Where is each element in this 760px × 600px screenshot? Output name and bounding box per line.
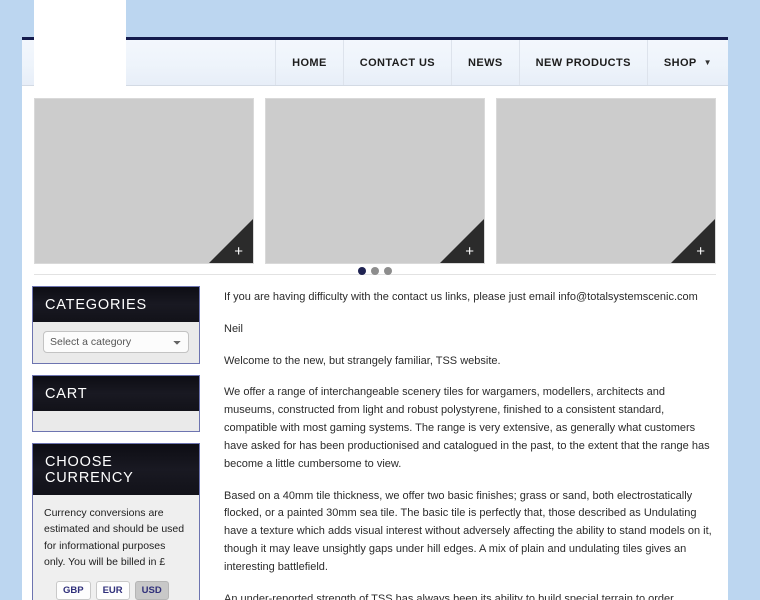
- currency-note: Currency conversions are estimated and s…: [44, 507, 185, 568]
- currency-button-gbp[interactable]: GBP: [56, 581, 91, 600]
- paragraph-special-terrain: An under-reported strength of TSS has al…: [224, 592, 677, 600]
- carousel-pagination: [22, 267, 728, 275]
- currency-button-group: GBP EUR USD: [44, 581, 188, 600]
- nav-item-label: SHOP: [663, 56, 697, 69]
- widget-body-categories: Select a category: [33, 322, 199, 363]
- paragraph-signature: Neil: [224, 322, 243, 335]
- carousel-slide[interactable]: +: [496, 98, 716, 264]
- widget-body-cart: [33, 411, 199, 431]
- slide-corner-decoration: [671, 219, 715, 263]
- widget-categories: CATEGORIES Select a category: [32, 286, 200, 364]
- category-select[interactable]: Select a category: [43, 331, 189, 353]
- widget-title-cart: CART: [33, 376, 199, 411]
- slide-corner-decoration: [440, 219, 484, 263]
- plus-icon[interactable]: +: [465, 244, 474, 259]
- page-root: HOME CONTACT US NEWS NEW PRODUCTS SHOP ▼…: [0, 0, 760, 600]
- nav-item-new-products[interactable]: NEW PRODUCTS: [518, 40, 647, 85]
- carousel-slide[interactable]: +: [34, 98, 254, 264]
- widget-title-currency: CHOOSE CURRENCY: [33, 444, 199, 495]
- chevron-down-icon: ▼: [703, 57, 712, 67]
- content-shell: + + + CATEGORIES Select a category CART …: [22, 86, 728, 600]
- paragraph-finishes: Based on a 40mm tile thickness, we offer…: [224, 489, 712, 573]
- slide-corner-decoration: [209, 219, 253, 263]
- carousel-slide[interactable]: +: [265, 98, 485, 264]
- nav-item-label: HOME: [292, 56, 327, 69]
- image-carousel: + + +: [34, 98, 716, 266]
- nav-item-label: NEW PRODUCTS: [535, 56, 631, 69]
- widget-title-categories: CATEGORIES: [33, 287, 199, 322]
- header-band: [22, 0, 728, 42]
- content-columns: CATEGORIES Select a category CART CHOOSE…: [22, 286, 728, 600]
- widget-choose-currency: CHOOSE CURRENCY Currency conversions are…: [32, 443, 200, 600]
- carousel-dot-3[interactable]: [384, 267, 392, 275]
- nav-item-label: CONTACT US: [359, 56, 436, 69]
- main-navigation: HOME CONTACT US NEWS NEW PRODUCTS SHOP ▼: [22, 37, 728, 86]
- paragraph-range: We offer a range of interchangeable scen…: [224, 386, 710, 470]
- nav-item-shop[interactable]: SHOP ▼: [646, 40, 728, 85]
- nav-item-news[interactable]: NEWS: [451, 40, 519, 85]
- currency-button-eur[interactable]: EUR: [95, 581, 130, 600]
- nav-item-home[interactable]: HOME: [275, 40, 343, 85]
- site-logo[interactable]: [34, 0, 126, 88]
- nav-item-contact-us[interactable]: CONTACT US: [342, 40, 451, 85]
- currency-button-usd[interactable]: USD: [134, 581, 169, 600]
- widget-body-currency: Currency conversions are estimated and s…: [33, 495, 199, 600]
- paragraph-contact-note: If you are having difficulty with the co…: [224, 291, 698, 303]
- main-content: If you are having difficulty with the co…: [200, 286, 718, 600]
- plus-icon[interactable]: +: [234, 244, 243, 259]
- carousel-dot-1[interactable]: [358, 267, 366, 275]
- sidebar: CATEGORIES Select a category CART CHOOSE…: [32, 286, 200, 600]
- plus-icon[interactable]: +: [696, 244, 705, 259]
- paragraph-welcome: Welcome to the new, but strangely famili…: [224, 354, 501, 367]
- nav-item-label: NEWS: [468, 56, 503, 69]
- carousel-dot-2[interactable]: [371, 267, 379, 275]
- widget-cart: CART: [32, 375, 200, 432]
